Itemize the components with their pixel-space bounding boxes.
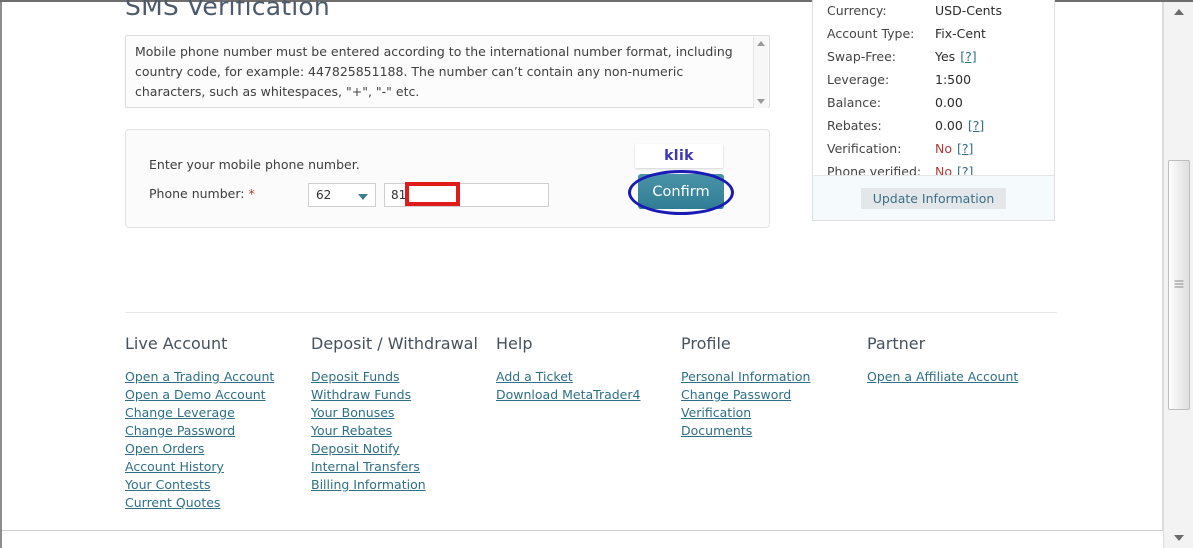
footer-link-change-leverage[interactable]: Change Leverage (125, 404, 311, 422)
account-row-account-type: Account Type: Fix-Cent (827, 22, 1040, 45)
scrollbar-grip-icon (1174, 280, 1184, 290)
klik-annotation-label: klik (664, 148, 694, 164)
footer-heading: Deposit / Withdrawal (311, 334, 478, 353)
help-link-icon[interactable]: [?] (960, 49, 976, 64)
footer-link-your-contests[interactable]: Your Contests (125, 476, 311, 494)
country-code-value: 62 (316, 188, 332, 202)
account-key: Rebates: (827, 118, 882, 133)
notice-scrollbar[interactable] (753, 37, 768, 108)
footer-heading: Live Account (125, 334, 228, 353)
account-value: 0.00 (935, 118, 963, 133)
annotation-rect-highlight (405, 182, 460, 206)
chevron-down-icon (358, 194, 368, 200)
footer-heading: Partner (867, 334, 926, 353)
account-info-rows: Currency: USD-Cents Account Type: Fix-Ce… (813, 0, 1054, 183)
account-panel-footer: Update Information (813, 176, 1054, 220)
footer-link-open-orders[interactable]: Open Orders (125, 440, 311, 458)
confirm-button-label: Confirm (652, 183, 710, 200)
scrollbar-thumb[interactable] (1168, 160, 1190, 410)
footer-link-internal-transfers[interactable]: Internal Transfers (311, 458, 496, 476)
page-title: SMS Verification (125, 0, 330, 21)
footer-link-your-rebates[interactable]: Your Rebates (311, 422, 496, 440)
footer-link-open-a-trading-account[interactable]: Open a Trading Account (125, 368, 311, 386)
footer-link-verification[interactable]: Verification (681, 404, 867, 422)
footer-heading: Profile (681, 334, 731, 353)
account-key: Swap-Free: (827, 49, 897, 64)
footer-column-deposit-withdrawal: Deposit / Withdrawal Deposit Funds Withd… (311, 334, 496, 512)
browser-vertical-scrollbar[interactable] (1163, 2, 1193, 548)
account-value: Yes (935, 49, 956, 64)
footer-column-partner: Partner Open a Affiliate Account (867, 334, 1057, 512)
footer-link-download-metatrader4[interactable]: Download MetaTrader4 (496, 386, 681, 404)
confirm-button[interactable]: Confirm (638, 174, 724, 209)
account-info-panel: Currency: USD-Cents Account Type: Fix-Ce… (812, 0, 1055, 221)
footer-link-current-quotes[interactable]: Current Quotes (125, 494, 311, 512)
account-row-verification: Verification: No [?] (827, 137, 1040, 160)
account-key: Balance: (827, 95, 882, 110)
notice-box: Mobile phone number must be entered acco… (125, 35, 770, 108)
country-code-select[interactable]: 62 (308, 183, 376, 207)
footer-column-profile: Profile Personal Information Change Pass… (681, 334, 867, 512)
footer-link-documents[interactable]: Documents (681, 422, 867, 440)
footer-column-help: Help Add a Ticket Download MetaTrader4 (496, 334, 681, 512)
phone-number-label-text: Phone number: (149, 186, 245, 201)
account-row-balance: Balance: 0.00 (827, 91, 1040, 114)
footer-link-add-a-ticket[interactable]: Add a Ticket (496, 368, 681, 386)
browser-viewport: SMS Verification Mobile phone number mus… (0, 0, 1193, 548)
help-link-icon[interactable]: [?] (957, 141, 973, 156)
footer-divider (125, 312, 1057, 313)
account-value: Fix-Cent (935, 26, 986, 41)
klik-annotation-box: klik (635, 144, 723, 168)
account-value: 0.00 (935, 95, 963, 110)
account-key: Currency: (827, 3, 887, 18)
page-canvas: SMS Verification Mobile phone number mus… (2, 0, 1163, 531)
footer-link-deposit-notify[interactable]: Deposit Notify (311, 440, 496, 458)
form-hint: Enter your mobile phone number. (149, 157, 360, 172)
scroll-up-arrow-icon[interactable] (1164, 2, 1193, 22)
update-information-button[interactable]: Update Information (860, 187, 1007, 209)
notice-scroll-up-icon[interactable] (757, 41, 765, 46)
account-row-rebates: Rebates: 0.00 [?] (827, 114, 1040, 137)
account-key: Account Type: (827, 26, 915, 41)
footer-link-personal-information[interactable]: Personal Information (681, 368, 867, 386)
scroll-down-arrow-icon[interactable] (1164, 528, 1193, 548)
footer-column-live-account: Live Account Open a Trading Account Open… (125, 334, 311, 512)
help-link-icon[interactable]: [?] (968, 118, 984, 133)
footer-link-billing-information[interactable]: Billing Information (311, 476, 496, 494)
notice-scroll-down-icon[interactable] (757, 99, 765, 104)
footer-links: Live Account Open a Trading Account Open… (125, 334, 1060, 512)
account-value: 1:500 (935, 72, 972, 87)
account-key: Leverage: (827, 72, 890, 87)
account-row-swap-free: Swap-Free: Yes [?] (827, 45, 1040, 68)
footer-link-change-password[interactable]: Change Password (125, 422, 311, 440)
account-value: USD-Cents (935, 3, 1002, 18)
account-key: Verification: (827, 141, 902, 156)
required-marker: * (248, 186, 255, 201)
footer-heading: Help (496, 334, 533, 353)
footer-link-open-a-affiliate-account[interactable]: Open a Affiliate Account (867, 368, 1057, 386)
footer-link-withdraw-funds[interactable]: Withdraw Funds (311, 386, 496, 404)
footer-link-change-password[interactable]: Change Password (681, 386, 867, 404)
account-row-currency: Currency: USD-Cents (827, 0, 1040, 22)
account-row-leverage: Leverage: 1:500 (827, 68, 1040, 91)
footer-link-open-a-demo-account[interactable]: Open a Demo Account (125, 386, 311, 404)
phone-number-value: 81 (391, 188, 407, 202)
footer-link-account-history[interactable]: Account History (125, 458, 311, 476)
notice-text: Mobile phone number must be entered acco… (135, 44, 733, 99)
account-value: No (935, 141, 952, 156)
footer-link-deposit-funds[interactable]: Deposit Funds (311, 368, 496, 386)
phone-number-label: Phone number: * (149, 186, 255, 201)
footer-link-your-bonuses[interactable]: Your Bonuses (311, 404, 496, 422)
